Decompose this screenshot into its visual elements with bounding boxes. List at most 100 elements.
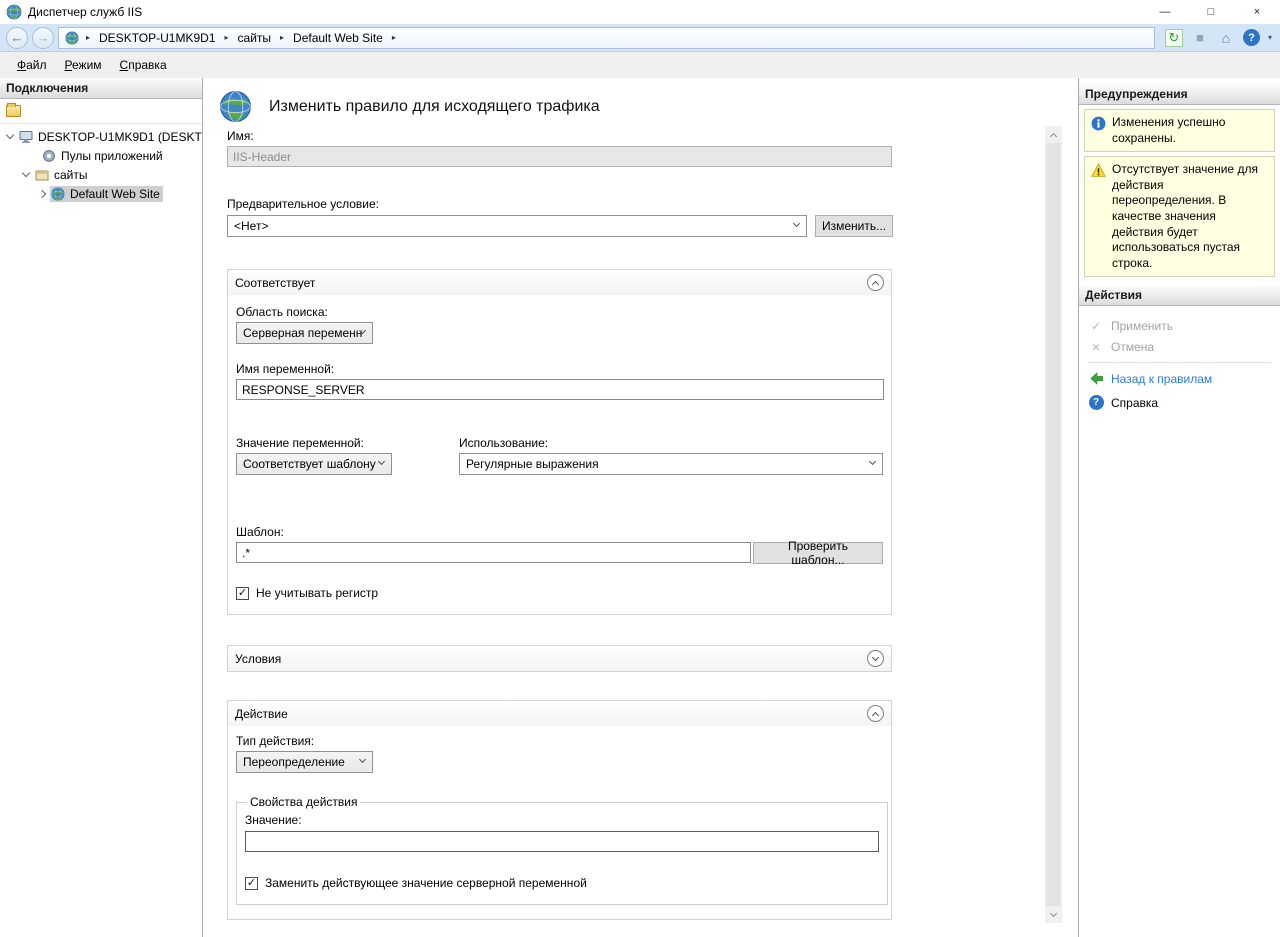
breadcrumb[interactable]: ▸ DESKTOP-U1MK9D1 ▸ сайты ▸ Default Web …	[58, 27, 1155, 49]
minimize-button[interactable]: —	[1142, 0, 1188, 24]
menu-file[interactable]: Файл	[8, 52, 56, 78]
apply-button[interactable]: ✓ Применить	[1088, 315, 1271, 336]
back-arrow-icon	[1088, 371, 1104, 386]
match-section-header[interactable]: Соответствует	[228, 270, 891, 295]
action-section-title: Действие	[235, 707, 288, 721]
app-globe-icon	[6, 4, 22, 20]
menu-help[interactable]: Справка	[111, 52, 176, 78]
pattern-input[interactable]	[236, 542, 751, 563]
expand-section-button[interactable]	[867, 650, 884, 667]
breadcrumb-item-sites[interactable]: сайты	[236, 31, 274, 45]
breadcrumb-item-server[interactable]: DESKTOP-U1MK9D1	[97, 31, 217, 45]
match-section-title: Соответствует	[235, 276, 315, 290]
collapse-section-button[interactable]	[867, 274, 884, 291]
cancel-label: Отмена	[1111, 340, 1154, 354]
chevron-down-icon	[359, 756, 366, 763]
scroll-up-button[interactable]	[1045, 126, 1062, 143]
tree-item-default-web-site[interactable]: Default Web Site	[0, 184, 202, 203]
page-header: Изменить правило для исходящего трафика	[219, 90, 1028, 123]
tree-item-label: сайты	[54, 168, 88, 182]
ignore-case-checkbox[interactable]: ✓	[236, 587, 249, 600]
action-type-select[interactable]: Переопределение	[236, 751, 373, 773]
website-globe-icon	[51, 187, 65, 201]
maximize-button[interactable]: □	[1188, 0, 1234, 24]
tree-item-label: Default Web Site	[70, 187, 160, 201]
stop-icon[interactable]: ■	[1191, 29, 1209, 47]
using-value: Регулярные выражения	[466, 457, 599, 471]
back-to-rules-label: Назад к правилам	[1111, 372, 1212, 386]
home-icon[interactable]: ⌂	[1217, 29, 1235, 47]
name-input[interactable]	[227, 146, 892, 167]
cancel-button[interactable]: × Отмена	[1088, 336, 1271, 357]
tree-item-sites[interactable]: сайты	[0, 165, 202, 184]
refresh-icon[interactable]: ↻	[1165, 29, 1183, 47]
scope-select[interactable]: Серверная переменн	[236, 322, 373, 344]
variable-name-input[interactable]	[236, 379, 884, 400]
close-button[interactable]: ×	[1234, 0, 1280, 24]
value-label: Значение:	[245, 813, 879, 827]
scroll-down-button[interactable]	[1045, 906, 1062, 923]
apply-icon: ✓	[1088, 319, 1104, 333]
action-section-header[interactable]: Действие	[228, 701, 891, 726]
ignore-case-label: Не учитывать регистр	[256, 586, 378, 600]
tree-item-server[interactable]: DESKTOP-U1MK9D1 (DESKTOP	[0, 127, 202, 146]
collapse-section-button[interactable]	[867, 705, 884, 722]
chevron-up-icon	[872, 280, 879, 287]
value-input[interactable]	[245, 831, 879, 852]
title-bar: Диспетчер служб IIS — □ ×	[0, 0, 1280, 24]
breadcrumb-separator-icon: ▸	[84, 33, 92, 42]
connections-header: Подключения	[0, 78, 202, 99]
help-dropdown-arrow-icon[interactable]: ▾	[1268, 33, 1272, 42]
help-label: Справка	[1111, 396, 1158, 410]
change-precondition-button[interactable]: Изменить...	[815, 215, 893, 237]
folder-icon[interactable]	[6, 105, 21, 117]
test-pattern-button[interactable]: Проверить шаблон...	[753, 542, 883, 564]
tree-item-app-pools[interactable]: Пулы приложений	[0, 146, 202, 165]
vertical-scrollbar[interactable]	[1045, 126, 1062, 923]
info-icon	[1091, 116, 1106, 131]
alert-info: Изменения успешно сохранены.	[1084, 109, 1275, 152]
alert-warning-text: Отсутствует значение для действия переоп…	[1112, 162, 1268, 271]
action-properties-group: Свойства действия Значение: ✓ Заменить д…	[236, 795, 888, 905]
warning-icon	[1091, 163, 1106, 178]
connections-tree: DESKTOP-U1MK9D1 (DESKTOP Пулы приложений	[0, 124, 202, 203]
apply-label: Применить	[1111, 319, 1173, 333]
alert-info-text: Изменения успешно сохранены.	[1112, 115, 1268, 146]
right-panel: Предупреждения Изменения успешно сохране…	[1078, 78, 1280, 937]
scrollbar-thumb[interactable]	[1046, 143, 1061, 906]
variable-value-label: Значение переменной:	[236, 436, 459, 450]
replace-value-checkbox[interactable]: ✓	[245, 877, 258, 890]
forward-button[interactable]: →	[32, 27, 54, 49]
variable-value-select[interactable]: Соответствует шаблону	[236, 453, 392, 475]
alerts-list: Изменения успешно сохранены. Отсутствует…	[1079, 105, 1280, 285]
page-globe-icon	[219, 90, 252, 123]
chevron-expanded-icon[interactable]	[6, 131, 14, 139]
help-icon[interactable]: ?	[1243, 29, 1260, 46]
server-icon	[19, 130, 33, 144]
replace-value-label: Заменить действующее значение серверной …	[265, 876, 587, 890]
chevron-down-icon	[378, 458, 385, 465]
menu-view[interactable]: Режим	[56, 52, 111, 78]
variable-value-value: Соответствует шаблону	[243, 457, 376, 471]
chevron-up-icon	[872, 711, 879, 718]
conditions-section-header[interactable]: Условия	[228, 646, 891, 671]
back-button[interactable]: ←	[6, 27, 28, 49]
breadcrumb-separator-icon: ▸	[223, 33, 231, 42]
address-bar: ← → ▸ DESKTOP-U1MK9D1 ▸ сайты ▸ Default …	[0, 24, 1280, 52]
precondition-select[interactable]: <Нет>	[227, 215, 807, 237]
actions-separator	[1088, 362, 1271, 363]
chevron-down-icon	[793, 220, 800, 227]
sites-folder-icon	[35, 168, 49, 182]
breadcrumb-separator-icon: ▸	[278, 33, 286, 42]
connections-toolbar	[0, 99, 202, 124]
using-label: Использование:	[459, 436, 883, 450]
actions-header: Действия	[1079, 285, 1280, 306]
chevron-expanded-icon[interactable]	[22, 169, 30, 177]
alert-warning: Отсутствует значение для действия переоп…	[1084, 156, 1275, 277]
chevron-collapsed-icon[interactable]	[38, 189, 46, 197]
back-to-rules-link[interactable]: Назад к правилам	[1088, 368, 1271, 389]
precondition-label: Предварительное условие:	[227, 197, 1028, 211]
breadcrumb-item-default-web-site[interactable]: Default Web Site	[291, 31, 385, 45]
help-link[interactable]: ? Справка	[1088, 392, 1271, 413]
using-select[interactable]: Регулярные выражения	[459, 453, 883, 475]
